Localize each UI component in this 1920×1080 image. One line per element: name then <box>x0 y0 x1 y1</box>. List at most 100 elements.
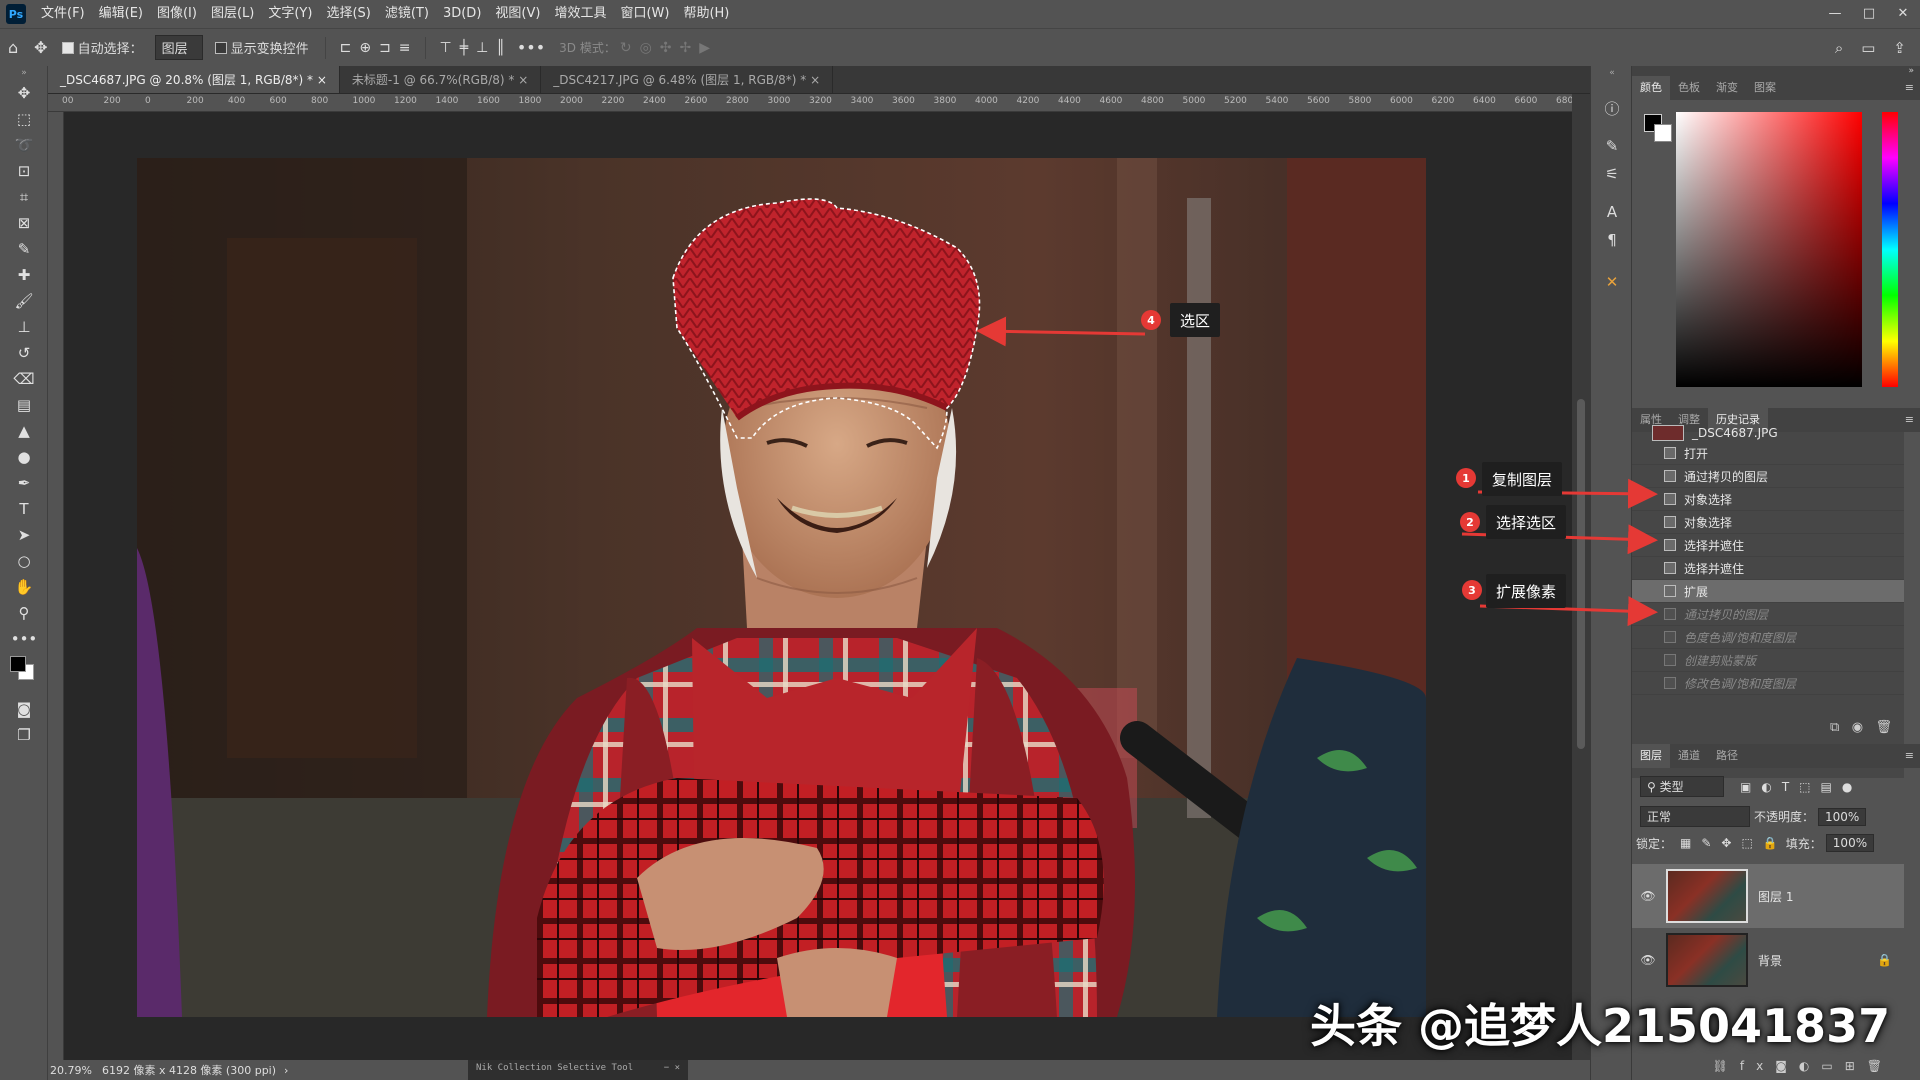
history-item[interactable]: 选择并遮住 <box>1632 534 1904 557</box>
adjustments-icon[interactable]: ⚟ <box>1591 160 1633 188</box>
marquee-tool-icon[interactable]: ⬚ <box>0 106 48 132</box>
align-center-icon[interactable]: ⊕ <box>359 40 371 56</box>
menu-help[interactable]: 帮助(H) <box>676 0 736 28</box>
tab-swatches[interactable]: 色板 <box>1670 76 1708 100</box>
stamp-tool-icon[interactable]: ⊥ <box>0 314 48 340</box>
align-top-icon[interactable]: ⊤ <box>440 40 452 56</box>
pixel-filter-icon[interactable]: ▣ <box>1740 780 1751 794</box>
panel-menu-icon[interactable]: ≡ <box>1905 744 1914 768</box>
collapse-icon[interactable]: » <box>1908 66 1914 76</box>
plugin-icon[interactable]: ✕ <box>1591 268 1633 296</box>
collapse-icon[interactable]: » <box>0 66 48 80</box>
new-layer-icon[interactable]: ⊞ <box>1845 1059 1867 1073</box>
menu-file[interactable]: 文件(F) <box>34 0 92 28</box>
path-select-tool-icon[interactable]: ➤ <box>0 522 48 548</box>
layer-name[interactable]: 图层 1 <box>1758 888 1793 905</box>
align-middle-icon[interactable]: ╪ <box>460 40 468 56</box>
menu-plugins[interactable]: 增效工具 <box>547 0 613 28</box>
auto-select-dropdown[interactable]: 图层 <box>154 35 203 60</box>
color-picker-field[interactable] <box>1676 112 1862 387</box>
lock-artboard-icon[interactable]: ⬚ <box>1741 836 1752 850</box>
layer-filter-dropdown[interactable]: ⚲ 类型 <box>1640 776 1724 797</box>
type-tool-icon[interactable]: T <box>0 496 48 522</box>
distribute-vertical-icon[interactable]: ║ <box>496 40 504 56</box>
object-select-tool-icon[interactable]: ⊡ <box>0 158 48 184</box>
scrollbar-thumb[interactable] <box>1577 399 1585 749</box>
foreground-color-swatch[interactable] <box>10 656 26 672</box>
slide-icon[interactable]: ✢ <box>680 40 692 56</box>
roll-icon[interactable]: ◎ <box>640 40 652 56</box>
home-icon[interactable]: ⌂ <box>0 38 26 57</box>
menu-edit[interactable]: 编辑(E) <box>92 0 150 28</box>
more-tools-icon[interactable]: ••• <box>0 626 48 652</box>
panel-menu-icon[interactable]: ≡ <box>1905 408 1914 432</box>
smart-object-filter-icon[interactable]: ▤ <box>1821 780 1832 794</box>
menu-select[interactable]: 选择(S) <box>319 0 377 28</box>
tab-untitled-1[interactable]: 未标题-1 @ 66.7%(RGB/8) * × <box>340 66 542 93</box>
quick-mask-icon[interactable]: ◙ <box>0 696 48 722</box>
search-icon[interactable]: ⌕ <box>1835 39 1843 57</box>
menu-image[interactable]: 图像(I) <box>150 0 204 28</box>
dodge-tool-icon[interactable]: ● <box>0 444 48 470</box>
folder-icon[interactable]: ▭ <box>1821 1059 1844 1073</box>
fill-input[interactable]: 100% <box>1825 834 1875 852</box>
share-icon[interactable]: ⇪ <box>1893 39 1906 57</box>
menu-window[interactable]: 窗口(W) <box>613 0 676 28</box>
pan-3d-icon[interactable]: ✣ <box>660 40 672 56</box>
close-icon[interactable]: − × <box>664 1063 680 1073</box>
fx-icon[interactable]: fx <box>1740 1059 1775 1073</box>
menu-layer[interactable]: 图层(L) <box>204 0 261 28</box>
distribute-icon[interactable]: ≡ <box>399 40 411 56</box>
layer-row[interactable]: 👁 背景 🔒 <box>1632 928 1904 992</box>
camera-icon[interactable]: ▶ <box>699 40 710 56</box>
panel-menu-icon[interactable]: ≡ <box>1905 76 1914 100</box>
history-snapshot[interactable]: _DSC4687.JPG <box>1632 425 1904 441</box>
history-item-future[interactable]: 色度色调/饱和度图层 <box>1632 626 1904 649</box>
filter-toggle-icon[interactable]: ● <box>1842 780 1852 794</box>
layer-name[interactable]: 背景 <box>1758 952 1782 969</box>
pen-tool-icon[interactable]: ✒ <box>0 470 48 496</box>
history-item[interactable]: 对象选择 <box>1632 511 1904 534</box>
link-icon[interactable]: ⛓ <box>1713 1059 1740 1073</box>
menu-3d[interactable]: 3D(D) <box>436 0 488 28</box>
zoom-level[interactable]: 20.79% <box>50 1064 92 1077</box>
menu-type[interactable]: 文字(Y) <box>261 0 319 28</box>
tab-channels[interactable]: 通道 <box>1670 744 1708 768</box>
shape-tool-icon[interactable]: ○ <box>0 548 48 574</box>
vertical-scrollbar[interactable] <box>1572 94 1590 1060</box>
tab-dsc4217[interactable]: _DSC4217.JPG @ 6.48% (图层 1, RGB/8*) * × <box>541 66 834 93</box>
camera-icon[interactable]: ◉ <box>1852 720 1863 735</box>
tab-patterns[interactable]: 图案 <box>1746 76 1784 100</box>
tab-gradients[interactable]: 渐变 <box>1708 76 1746 100</box>
type-filter-icon[interactable]: T <box>1782 780 1789 794</box>
tab-color[interactable]: 颜色 <box>1632 76 1670 100</box>
move-tool-icon[interactable]: ✥ <box>0 80 48 106</box>
mask-icon[interactable]: ◙ <box>1775 1059 1799 1073</box>
eyedropper-tool-icon[interactable]: ✎ <box>0 236 48 262</box>
screen-mode-icon[interactable]: ❐ <box>0 722 48 748</box>
blur-tool-icon[interactable]: ▲ <box>0 418 48 444</box>
close-button[interactable]: ✕ <box>1886 0 1920 28</box>
paragraph-icon[interactable]: ¶ <box>1591 226 1633 254</box>
eye-icon[interactable]: 👁 <box>1636 953 1660 967</box>
shape-filter-icon[interactable]: ⬚ <box>1799 780 1810 794</box>
menu-filter[interactable]: 滤镜(T) <box>378 0 436 28</box>
collapse-icon[interactable]: « <box>1591 66 1633 80</box>
opacity-input[interactable]: 100% <box>1818 807 1867 826</box>
history-item[interactable]: 打开 <box>1632 442 1904 465</box>
history-item-future[interactable]: 修改色调/饱和度图层 <box>1632 672 1904 695</box>
workspace-icon[interactable]: ▭ <box>1861 39 1875 57</box>
trash-icon[interactable]: 🗑 <box>1875 720 1892 735</box>
lock-position-icon[interactable]: ✥ <box>1721 836 1731 850</box>
align-right-icon[interactable]: ⊐ <box>379 40 391 56</box>
history-item[interactable]: 选择并遮住 <box>1632 557 1904 580</box>
history-item[interactable]: 对象选择 <box>1632 488 1904 511</box>
document-image[interactable] <box>137 158 1426 1017</box>
lock-all-icon[interactable]: 🔒 <box>1763 836 1778 850</box>
background-color-swatch[interactable] <box>1654 124 1672 142</box>
lock-image-icon[interactable]: ✎ <box>1701 836 1711 850</box>
history-brush-tool-icon[interactable]: ↺ <box>0 340 48 366</box>
close-icon[interactable]: × <box>806 73 820 87</box>
gradient-tool-icon[interactable]: ▤ <box>0 392 48 418</box>
adjustment-filter-icon[interactable]: ◐ <box>1761 780 1771 794</box>
